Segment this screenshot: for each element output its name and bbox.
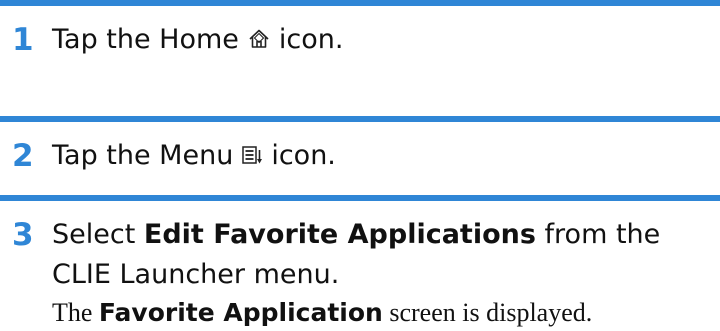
step-text-prefix: Select — [52, 219, 136, 250]
result-suffix: screen is displayed. — [389, 298, 593, 327]
step-number: 3 — [12, 217, 34, 253]
home-icon — [247, 23, 271, 63]
step-2: 2 Tap the Menu icon. — [0, 116, 720, 179]
step-3: 3 Select Edit Favorite Applications from… — [0, 195, 720, 331]
step-text-before-icon: Tap the Home — [52, 24, 239, 55]
step-number: 2 — [12, 138, 34, 174]
step-divider — [0, 116, 720, 122]
step-divider — [0, 0, 720, 6]
menu-command-name: Edit Favorite Applications — [143, 219, 536, 250]
step-divider — [0, 195, 720, 201]
menu-icon — [241, 139, 263, 179]
step-text-after-icon: icon. — [271, 140, 336, 171]
step-number: 1 — [12, 22, 34, 58]
step-instruction: Select Edit Favorite Applications from t… — [52, 215, 712, 295]
step-result: The Favorite Application screen is displ… — [52, 295, 720, 331]
step-text-before-icon: Tap the Menu — [52, 140, 234, 171]
step-1: 1 Tap the Home icon. — [0, 0, 720, 63]
screen-name: Favorite Application — [98, 298, 383, 327]
step-instruction: Tap the Menu icon. — [52, 136, 712, 179]
step-instruction: Tap the Home icon. — [52, 20, 712, 63]
step-text-after-icon: icon. — [278, 24, 344, 55]
result-prefix: The — [52, 298, 93, 327]
